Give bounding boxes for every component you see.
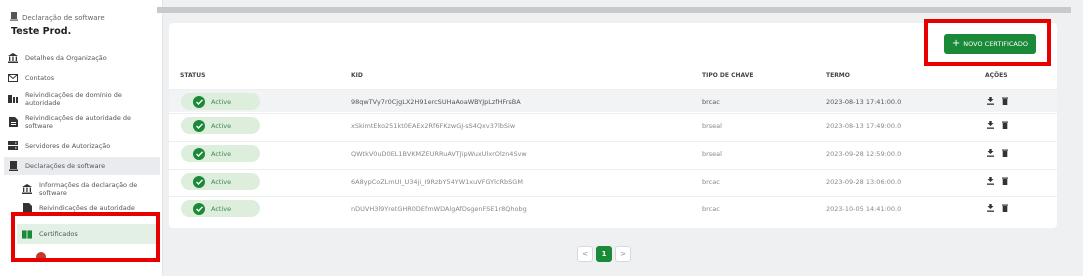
download-icon[interactable] xyxy=(987,121,994,131)
mail-icon xyxy=(8,73,18,83)
term-value: 2023-08-13 17:41:00.0 xyxy=(826,98,902,106)
software-statement-icon xyxy=(10,12,18,23)
term-value: 2023-09-28 12:59:00.0 xyxy=(826,150,902,158)
kid-value: 6A8ypCoZLmUI_U34ji_I9RzbY54YW1xuVFGYlcRb… xyxy=(351,178,523,186)
sidebar-item-software-authority-claims[interactable]: Reivindicações de autoridade de software xyxy=(8,114,158,130)
table-row[interactable]: Active 6A8ypCoZLmUI_U34ji_I9RzbY54YW1xuV… xyxy=(169,169,1057,192)
status-badge: Active xyxy=(181,117,260,134)
check-circle-icon xyxy=(193,119,205,132)
check-circle-icon xyxy=(193,202,205,215)
check-circle-icon xyxy=(193,147,205,160)
table-row[interactable]: Active nDUVH3l9YretGHR0DEfmWDAlgAfDsgenF… xyxy=(169,196,1057,219)
table-row[interactable]: Active 98qwTVy7r0CjgLX2H91ercSUHaAoaWBYJ… xyxy=(169,89,1057,112)
sidebar-subitem-label: Reivindicações de autoridade xyxy=(39,204,135,212)
row-actions xyxy=(987,204,1008,214)
kid-value: xSkimtEko251kt0EAEx2Rf6FKzwGJ-sS4Qxv37lb… xyxy=(351,122,516,130)
key-type-value: brseal xyxy=(702,150,722,158)
top-bar xyxy=(157,7,1071,13)
row-actions xyxy=(987,121,1008,131)
sidebar-subitem-certificates[interactable]: Certificados xyxy=(17,224,160,244)
key-type-value: brcac xyxy=(702,205,720,213)
pagination: < 1 > xyxy=(577,246,631,262)
sidebar-item-label: Reivindicações de autoridade de software xyxy=(25,114,132,130)
status-badge: Active xyxy=(181,145,260,162)
download-icon[interactable] xyxy=(987,177,994,187)
page-1-button[interactable]: 1 xyxy=(596,246,612,262)
sidebar-item-label: Detalhes da Organização xyxy=(25,54,107,62)
term-value: 2023-10-05 14:41:00.0 xyxy=(826,205,902,213)
new-certificate-label: NOVO CERTIFICADO xyxy=(963,40,1028,48)
document-icon xyxy=(8,117,18,127)
sidebar-item-organization-details[interactable]: Detalhes da Organização xyxy=(8,53,158,63)
server-icon xyxy=(8,141,18,151)
download-icon[interactable] xyxy=(987,204,994,214)
sidebar-item-software-statements[interactable]: Declarações de software xyxy=(4,157,160,175)
sidebar-header: Declaração de software Teste Prod. xyxy=(10,12,160,37)
sidebar-item-label: Servidores de Autorização xyxy=(25,142,111,150)
status-badge: Active xyxy=(181,173,260,190)
software-statement-icon xyxy=(8,161,18,171)
term-value: 2023-09-28 13:06:00.0 xyxy=(826,178,902,186)
app-name: Teste Prod. xyxy=(11,26,72,37)
next-page-button[interactable]: > xyxy=(615,246,631,262)
sidebar: Declaração de software Teste Prod. Detal… xyxy=(0,0,163,276)
status-badge: Active xyxy=(181,200,260,217)
status-label: Active xyxy=(211,177,232,186)
status-badge: Active xyxy=(181,93,260,110)
sidebar-partial-icon xyxy=(36,252,46,262)
certificates-card: + NOVO CERTIFICADO STATUS KID TIPO DE CH… xyxy=(169,23,1057,228)
status-label: Active xyxy=(211,149,232,158)
domain-claims-icon xyxy=(8,94,18,104)
row-actions xyxy=(987,149,1008,159)
sidebar-item-label: Declarações de software xyxy=(25,162,106,170)
sidebar-subitem-label: Informações da declaração de software xyxy=(39,181,138,197)
kid-value: QWtkV0uD0EL1BVKMZEURRuAVTJipWuxUlxrOlzn4… xyxy=(351,150,527,158)
column-header-actions: AÇÕES xyxy=(985,72,1008,79)
check-circle-icon xyxy=(193,95,205,108)
table-row[interactable]: Active xSkimtEko251kt0EAEx2Rf6FKzwGJ-sS4… xyxy=(169,113,1057,136)
column-header-kid: KID xyxy=(351,72,363,79)
delete-icon[interactable] xyxy=(1002,204,1008,214)
kid-value: nDUVH3l9YretGHR0DEfmWDAlgAfDsgenFSE1r8Qh… xyxy=(351,205,527,213)
document-icon xyxy=(22,203,32,213)
sidebar-item-domain-claims[interactable]: Reivindicações de domínio de autoridade xyxy=(8,91,158,107)
breadcrumb-label: Declaração de software xyxy=(22,13,105,22)
certificate-icon xyxy=(22,229,32,239)
kid-value: 98qwTVy7r0CjgLX2H91ercSUHaAoaWBYJpLzfHFr… xyxy=(351,98,521,106)
check-circle-icon xyxy=(193,175,205,188)
key-type-value: brcac xyxy=(702,98,720,106)
breadcrumb[interactable]: Declaração de software xyxy=(10,12,160,23)
download-icon[interactable] xyxy=(987,149,994,159)
column-header-term: TERMO xyxy=(826,72,850,79)
bank-icon xyxy=(22,184,32,194)
sidebar-item-label: Reivindicações de domínio de autoridade xyxy=(25,91,122,107)
new-certificate-button[interactable]: + NOVO CERTIFICADO xyxy=(943,34,1036,54)
delete-icon[interactable] xyxy=(1002,177,1008,187)
plus-icon: + xyxy=(951,38,961,49)
delete-icon[interactable] xyxy=(1002,97,1008,107)
column-header-status: STATUS xyxy=(180,72,206,79)
sidebar-subitem-authority-claims[interactable]: Reivindicações de autoridade xyxy=(22,203,157,213)
bank-icon xyxy=(8,53,18,63)
sidebar-subitem-label: Certificados xyxy=(39,230,78,238)
status-label: Active xyxy=(211,204,232,213)
delete-icon[interactable] xyxy=(1002,121,1008,131)
key-type-value: brcac xyxy=(702,178,720,186)
sidebar-subitem-statement-info[interactable]: Informações da declaração de software xyxy=(22,181,157,197)
sidebar-item-authorization-servers[interactable]: Servidores de Autorização xyxy=(8,141,158,151)
table-row[interactable]: Active QWtkV0uD0EL1BVKMZEURRuAVTJipWuxUl… xyxy=(169,141,1057,164)
sidebar-item-label: Contatos xyxy=(25,74,55,82)
download-icon[interactable] xyxy=(987,97,994,107)
column-header-key-type: TIPO DE CHAVE xyxy=(702,72,754,79)
status-label: Active xyxy=(211,121,232,130)
prev-page-button[interactable]: < xyxy=(577,246,593,262)
status-label: Active xyxy=(211,97,232,106)
table-header: STATUS KID TIPO DE CHAVE TERMO AÇÕES xyxy=(169,68,1057,84)
delete-icon[interactable] xyxy=(1002,149,1008,159)
row-actions xyxy=(987,177,1008,187)
sidebar-item-contacts[interactable]: Contatos xyxy=(8,73,158,83)
row-actions xyxy=(987,97,1008,107)
key-type-value: brseal xyxy=(702,122,722,130)
term-value: 2023-08-13 17:49:00.0 xyxy=(826,122,902,130)
